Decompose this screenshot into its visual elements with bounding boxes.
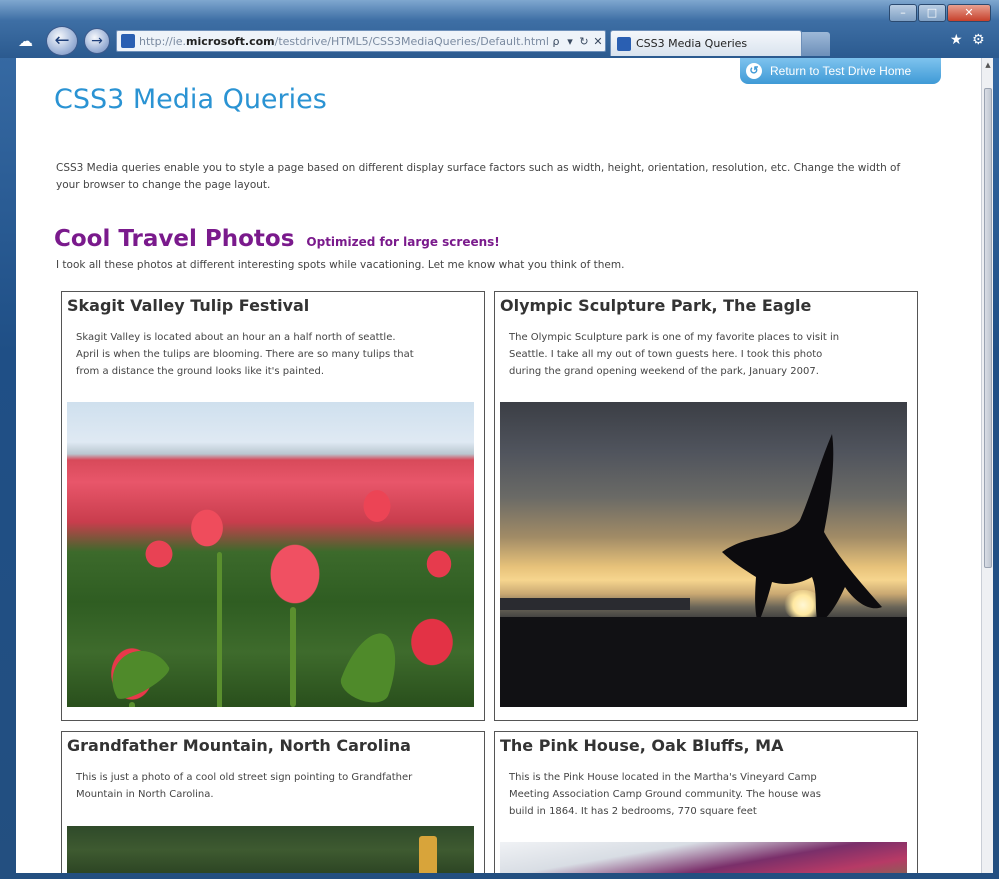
desc-line: Meeting Association Camp Ground communit… [509,789,821,800]
eagle-photo [500,402,907,707]
desc-line: during the grand opening weekend of the … [509,366,819,377]
back-button[interactable]: ← [46,26,78,56]
tulip-photo [67,402,474,707]
card-title: The Pink House, Oak Bluffs, MA [500,736,784,755]
forward-button[interactable]: → [84,28,110,54]
tab-favicon-icon [617,36,631,51]
card-description: This is the Pink House located in the Ma… [509,769,821,820]
photo-card-tulip: Skagit Valley Tulip Festival Skagit Vall… [61,291,485,721]
photo-card-grandfather-mountain: Grandfather Mountain, North Carolina Thi… [61,731,485,873]
photo-card-pink-house: The Pink House, Oak Bluffs, MA This is t… [494,731,918,873]
desc-line: build in 1864. It has 2 bedrooms, 770 sq… [509,806,757,817]
browser-title-bar: – □ ✕ ☁ ← → http://ie.microsoft.com/test… [0,0,999,58]
return-home-button[interactable]: ↺ Return to Test Drive Home [740,58,941,84]
stem [290,607,296,707]
desc-line: This is the Pink House located in the Ma… [509,772,817,783]
favorites-star-icon[interactable]: ★ [950,32,963,48]
gear-icon[interactable]: ⚙ [972,32,985,48]
leaf [336,625,408,707]
desc-line: Mountain in North Carolina. [76,789,214,800]
dropdown-icon[interactable]: ▾ [563,35,577,48]
section-heading: Cool Travel Photos Optimized for large s… [54,226,500,252]
stop-icon[interactable]: ✕ [591,35,605,48]
forward-arrow-icon: → [91,33,103,49]
scroll-thumb[interactable] [984,88,992,568]
back-arrow-icon: ← [54,30,70,51]
address-bar[interactable]: http://ie.microsoft.com/testdrive/HTML5/… [116,30,606,52]
card-title: Olympic Sculpture Park, The Eagle [500,296,812,315]
desc-line: Seattle. I take all my out of town guest… [509,349,823,360]
stem [217,552,222,707]
pink-house-photo [500,842,907,873]
card-description: Skagit Valley is located about an hour a… [76,329,414,380]
desc-line: April is when the tulips are blooming. T… [76,349,414,360]
street-sign-photo [67,826,474,873]
eagle-sculpture-silhouette [500,434,907,707]
url-domain: microsoft.com [186,34,275,48]
sign-post [419,836,437,873]
maximize-button[interactable]: □ [918,4,946,22]
tab-css3-media-queries[interactable]: CSS3 Media Queries [610,30,802,56]
return-arrow-icon: ↺ [746,63,762,79]
card-description: This is just a photo of a cool old stree… [76,769,412,803]
card-description: The Olympic Sculpture park is one of my … [509,329,839,380]
card-title: Skagit Valley Tulip Festival [67,296,310,315]
section-description: I took all these photos at different int… [56,259,625,271]
close-window-button[interactable]: ✕ [947,4,991,22]
desc-line: Skagit Valley is located about an hour a… [76,332,396,343]
url-prefix: http://ie. [139,34,187,48]
scroll-up-icon[interactable]: ▲ [984,61,992,69]
leaf [101,639,173,705]
photo-card-eagle: Olympic Sculpture Park, The Eagle The Ol… [494,291,918,721]
ie-logo-icon: ☁ [18,32,33,50]
section-title: Cool Travel Photos [54,226,295,252]
desc-line: from a distance the ground looks like it… [76,366,325,377]
new-tab-button[interactable] [802,32,830,56]
site-favicon-icon [121,34,135,48]
refresh-icon[interactable]: ↻ [577,35,591,48]
vertical-scrollbar[interactable]: ▲ [981,58,993,873]
intro-text: CSS3 Media queries enable you to style a… [56,162,901,191]
tab-label: CSS3 Media Queries [636,37,748,50]
section-subtitle: Optimized for large screens! [306,235,500,249]
minimize-button[interactable]: – [889,4,917,22]
url-text[interactable]: http://ie.microsoft.com/testdrive/HTML5/… [139,35,549,48]
stem [129,702,135,707]
page-title: CSS3 Media Queries [54,84,327,115]
desc-line: This is just a photo of a cool old stree… [76,772,413,783]
search-icon[interactable]: ρ [549,35,563,48]
window-controls: – □ ✕ [889,4,991,22]
page-viewport: ↺ Return to Test Drive Home CSS3 Media Q… [16,58,981,873]
return-home-label: Return to Test Drive Home [770,64,912,78]
desc-line: The Olympic Sculpture park is one of my … [509,332,840,343]
card-title: Grandfather Mountain, North Carolina [67,736,411,755]
url-path: /testdrive/HTML5/CSS3MediaQueries/Defaul… [274,34,549,48]
